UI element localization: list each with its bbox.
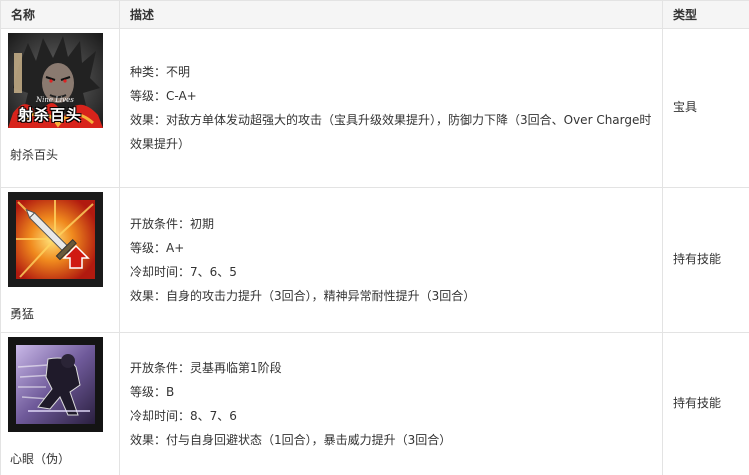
name-cell: 心眼（伪） (0, 332, 120, 475)
type-cell: 宝具 (662, 28, 749, 188)
description-cell: 种类：不明 等级：C-A+ 效果：对敌方单体发动超强大的攻击（宝具升级效果提升）… (119, 28, 663, 188)
skills-table: 名称 描述 类型 Nine Lives 射杀百头 射杀百头 种类：不明 等级：C… (0, 0, 749, 475)
item-name: 勇猛 (10, 307, 35, 321)
sword-attack-up-icon (8, 192, 103, 287)
desc-line: 等级：B (130, 385, 175, 399)
name-cell: 勇猛 (0, 187, 120, 333)
desc-line: 冷却时间：8、7、6 (130, 409, 237, 423)
header-type: 类型 (662, 0, 749, 29)
table-header-row: 名称 描述 类型 (0, 0, 749, 29)
description-cell: 开放条件：初期 等级：A+ 冷却时间：7、6、5 效果：自身的攻击力提升（3回合… (119, 187, 663, 333)
desc-line: 冷却时间：7、6、5 (130, 265, 237, 279)
header-name: 名称 (0, 0, 120, 29)
desc-line: 效果：付与自身回避状态（1回合），暴击威力提升（3回合） (130, 433, 452, 447)
desc-line: 效果提升） (130, 137, 191, 151)
desc-line: 开放条件：初期 (130, 217, 215, 231)
desc-line: 等级：A+ (130, 241, 185, 255)
header-description: 描述 (119, 0, 663, 29)
table-row: 心眼（伪） 开放条件：灵基再临第1阶段 等级：B 冷却时间：8、7、6 效果：付… (0, 332, 749, 475)
icon-title: 射杀百头 (18, 106, 83, 124)
desc-line: 种类：不明 (130, 65, 191, 79)
table-row: Nine Lives 射杀百头 射杀百头 种类：不明 等级：C-A+ 效果：对敌… (0, 28, 749, 188)
description-cell: 开放条件：灵基再临第1阶段 等级：B 冷却时间：8、7、6 效果：付与自身回避状… (119, 332, 663, 475)
type-label: 持有技能 (673, 251, 722, 266)
type-cell: 持有技能 (662, 332, 749, 475)
item-name: 射杀百头 (10, 148, 59, 162)
evasion-figure-icon (8, 337, 103, 432)
desc-line: 效果：对敌方单体发动超强大的攻击（宝具升级效果提升），防御力下降（3回合、Ove… (130, 113, 652, 127)
type-label: 宝具 (673, 99, 698, 114)
desc-line: 等级：C-A+ (130, 89, 197, 103)
type-cell: 持有技能 (662, 187, 749, 333)
icon-subtitle: Nine Lives (36, 96, 74, 104)
type-label: 持有技能 (673, 395, 722, 410)
name-cell: Nine Lives 射杀百头 射杀百头 (0, 28, 120, 188)
table-row: 勇猛 开放条件：初期 等级：A+ 冷却时间：7、6、5 效果：自身的攻击力提升（… (0, 187, 749, 333)
desc-line: 开放条件：灵基再临第1阶段 (130, 361, 282, 375)
item-name: 心眼（伪） (10, 452, 71, 466)
nine-lives-portrait-icon: Nine Lives 射杀百头 (8, 33, 103, 128)
desc-line: 效果：自身的攻击力提升（3回合），精神异常耐性提升（3回合） (130, 289, 476, 303)
